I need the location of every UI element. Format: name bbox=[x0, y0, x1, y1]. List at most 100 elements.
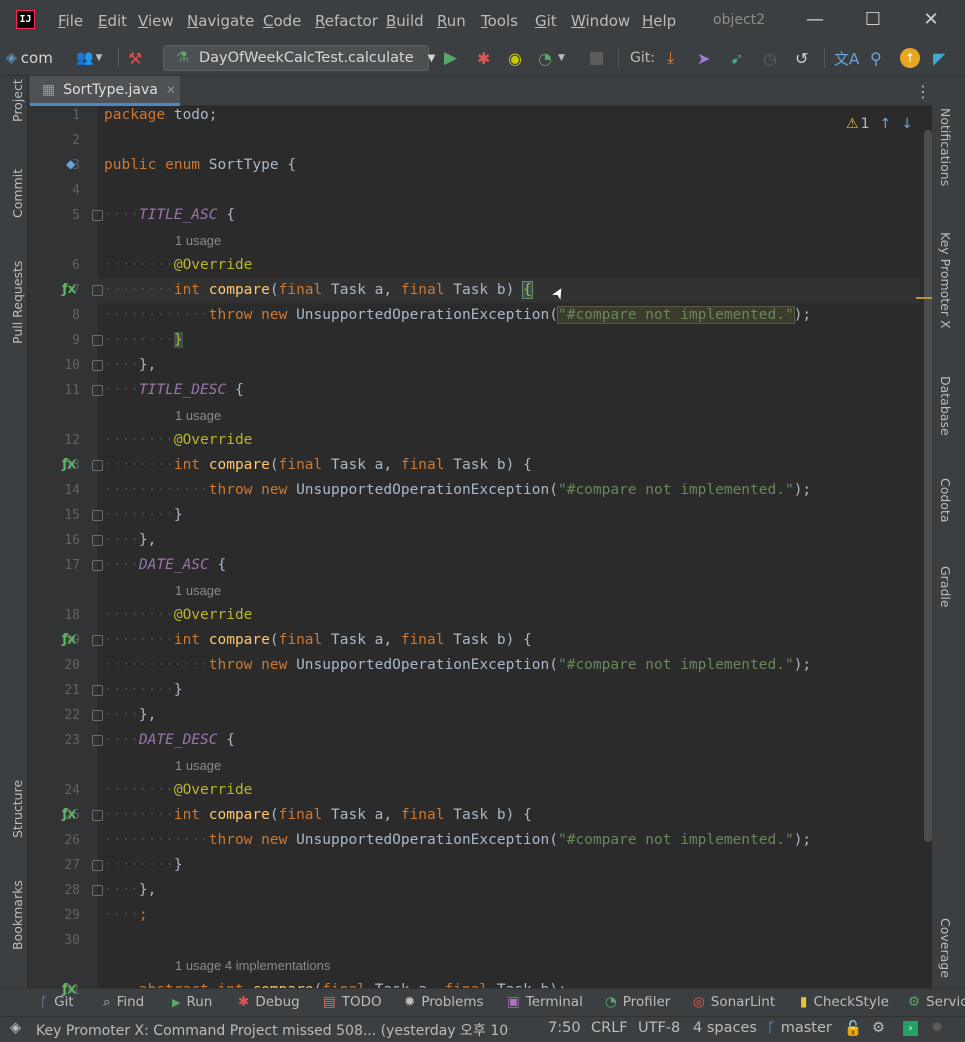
fold-marker-icon[interactable] bbox=[92, 385, 103, 396]
fold-marker-icon[interactable] bbox=[92, 860, 103, 871]
code-line[interactable]: public enum SortType { bbox=[98, 153, 920, 178]
code-line[interactable]: ········} bbox=[98, 853, 920, 878]
search-everywhere-button[interactable]: ⚲ bbox=[870, 46, 882, 70]
git-push-button[interactable]: ➹ bbox=[730, 46, 743, 70]
menu-window[interactable]: Window bbox=[571, 12, 630, 30]
tab-sorttype-java[interactable]: ▦ SortType.java ✕ bbox=[30, 76, 180, 106]
close-window-button[interactable]: ✕ bbox=[911, 8, 951, 34]
sonarlint-tool-button[interactable]: ◎ SonarLint bbox=[693, 994, 775, 1010]
inspection-widget[interactable]: ⚠ 1 ↑ ↓ bbox=[846, 116, 913, 132]
code-line[interactable]: ········@Override bbox=[98, 778, 920, 803]
fold-marker-icon[interactable] bbox=[92, 710, 103, 721]
implementation-gutter-icon[interactable]: ƒx bbox=[62, 982, 76, 997]
codota-status-icon[interactable]: › bbox=[903, 1021, 918, 1036]
editor-scrollbar-thumb[interactable] bbox=[924, 130, 932, 842]
menu-help[interactable]: Help bbox=[642, 12, 676, 30]
menu-code[interactable]: Code bbox=[263, 12, 301, 30]
code-line[interactable]: ····DATE_DESC { bbox=[98, 728, 920, 753]
ide-update-button[interactable]: ↑ bbox=[900, 46, 920, 70]
menu-run[interactable]: Run bbox=[437, 12, 466, 30]
code-line[interactable]: ········} bbox=[98, 503, 920, 528]
todo-tool-button[interactable]: ▤ TODO bbox=[323, 994, 382, 1010]
implementation-gutter-icon[interactable]: ƒx bbox=[62, 282, 76, 297]
implementation-gutter-icon[interactable]: ƒx bbox=[62, 632, 76, 647]
menu-refactor[interactable]: Refactor bbox=[315, 12, 378, 30]
git-commit-button[interactable]: ➤ bbox=[697, 46, 710, 70]
structure-tool-button[interactable]: Structure bbox=[10, 780, 25, 838]
users-dropdown[interactable]: 👥 ▼ bbox=[76, 46, 102, 70]
code-line[interactable]: ····}, bbox=[98, 703, 920, 728]
code-line[interactable]: ····DATE_ASC { bbox=[98, 553, 920, 578]
tab-actions-menu[interactable]: ⋮ bbox=[915, 82, 931, 101]
file-encoding[interactable]: UTF-8 bbox=[638, 1020, 680, 1036]
fold-marker-icon[interactable] bbox=[92, 685, 103, 696]
run-button[interactable]: ▶ bbox=[444, 46, 457, 70]
code-line[interactable]: ········int compare(final Task a, final … bbox=[98, 628, 920, 653]
fold-marker-icon[interactable] bbox=[92, 210, 103, 221]
code-line[interactable]: ············throw new UnsupportedOperati… bbox=[98, 478, 920, 503]
close-tab-button[interactable]: ✕ bbox=[166, 83, 176, 97]
terminal-tool-button[interactable]: ▣ Terminal bbox=[507, 994, 583, 1010]
code-line[interactable] bbox=[98, 178, 920, 203]
services-tool-button[interactable]: ⚙ Servic bbox=[908, 994, 965, 1010]
run-configuration-dropdown[interactable]: ⚗ DayOfWeekCalcTest.calculate ▼ bbox=[163, 45, 435, 71]
project-tool-button[interactable]: Project bbox=[10, 79, 25, 122]
implementation-gutter-icon[interactable]: ƒx bbox=[62, 457, 76, 472]
notifications-tool-button[interactable]: Notifications bbox=[938, 108, 953, 186]
code-line[interactable]: ········int compare(final Task a, final … bbox=[98, 803, 920, 828]
git-history-button[interactable]: ◷ bbox=[763, 46, 777, 70]
code-line[interactable]: ····abstract int compare(final Task a, f… bbox=[98, 978, 920, 988]
database-tool-button[interactable]: Database bbox=[938, 376, 953, 436]
menu-build[interactable]: Build bbox=[386, 12, 424, 30]
fold-marker-icon[interactable] bbox=[92, 535, 103, 546]
pull-requests-tool-button[interactable]: Pull Requests bbox=[10, 261, 25, 344]
code-line[interactable]: ····}, bbox=[98, 528, 920, 553]
key-promoter-tool-button[interactable]: Key Promoter X bbox=[938, 232, 953, 329]
debug-tool-button[interactable]: ✱ Debug bbox=[238, 994, 300, 1010]
git-update-button[interactable]: ⤓ bbox=[667, 46, 674, 70]
code-line[interactable] bbox=[98, 128, 920, 153]
code-line[interactable]: ····; bbox=[98, 903, 920, 928]
layers-icon[interactable]: ◈ bbox=[10, 1020, 21, 1036]
profile-button[interactable]: ◔ ▼ bbox=[538, 46, 565, 70]
project-selector[interactable]: ◈ com bbox=[6, 46, 53, 70]
code-line[interactable]: ····TITLE_ASC { bbox=[98, 203, 920, 228]
fold-marker-icon[interactable] bbox=[92, 635, 103, 646]
bookmarks-tool-button[interactable]: Bookmarks bbox=[10, 880, 25, 950]
code-line[interactable]: ········@Override bbox=[98, 253, 920, 278]
build-hammer-button[interactable]: ⚒ bbox=[128, 46, 142, 70]
implemented-by-gutter-icon[interactable]: ◆ bbox=[66, 157, 75, 171]
event-log-icon[interactable]: ✹ bbox=[931, 1020, 943, 1036]
fold-marker-icon[interactable] bbox=[92, 735, 103, 746]
fold-marker-icon[interactable] bbox=[92, 460, 103, 471]
fold-marker-icon[interactable] bbox=[92, 285, 103, 296]
code-line[interactable]: ········} bbox=[98, 328, 920, 353]
find-tool-button[interactable]: ⌕ Find bbox=[103, 994, 144, 1010]
code-line[interactable]: ····}, bbox=[98, 878, 920, 903]
profiler-tool-button[interactable]: ◔ Profiler bbox=[605, 994, 670, 1010]
gradle-tool-button[interactable]: Gradle bbox=[938, 566, 953, 608]
line-separator[interactable]: CRLF bbox=[591, 1020, 628, 1036]
stop-button[interactable] bbox=[590, 46, 603, 70]
menu-tools[interactable]: Tools bbox=[481, 12, 518, 30]
menu-git[interactable]: Git bbox=[535, 12, 557, 30]
code-line[interactable]: ············throw new UnsupportedOperati… bbox=[98, 653, 920, 678]
code-line[interactable]: ········@Override bbox=[98, 603, 920, 628]
inlay-usage-hint[interactable]: 1 usage bbox=[175, 403, 221, 428]
code-line[interactable] bbox=[98, 928, 920, 953]
fold-marker-icon[interactable] bbox=[92, 885, 103, 896]
run-with-coverage-button[interactable]: ◉ bbox=[508, 46, 522, 70]
rollback-button[interactable]: ↺ bbox=[795, 46, 808, 70]
caret-position[interactable]: 7:50 bbox=[548, 1020, 581, 1036]
codota-tool-button[interactable]: Codota bbox=[938, 478, 953, 523]
checkstyle-tool-button[interactable]: ▮ CheckStyle bbox=[800, 994, 889, 1010]
menu-edit[interactable]: Edit bbox=[98, 12, 127, 30]
indent-setting[interactable]: 4 spaces bbox=[693, 1020, 757, 1036]
translate-button[interactable]: 文A bbox=[834, 46, 859, 70]
minimize-button[interactable]: — bbox=[795, 8, 835, 34]
menu-view[interactable]: View bbox=[138, 12, 174, 30]
code-line[interactable]: ········int compare(final Task a, final … bbox=[98, 453, 920, 478]
previous-highlight-icon[interactable]: ↑ bbox=[879, 116, 891, 132]
run-tool-button[interactable]: ▶ Run bbox=[172, 994, 212, 1010]
code-line[interactable]: ········} bbox=[98, 678, 920, 703]
